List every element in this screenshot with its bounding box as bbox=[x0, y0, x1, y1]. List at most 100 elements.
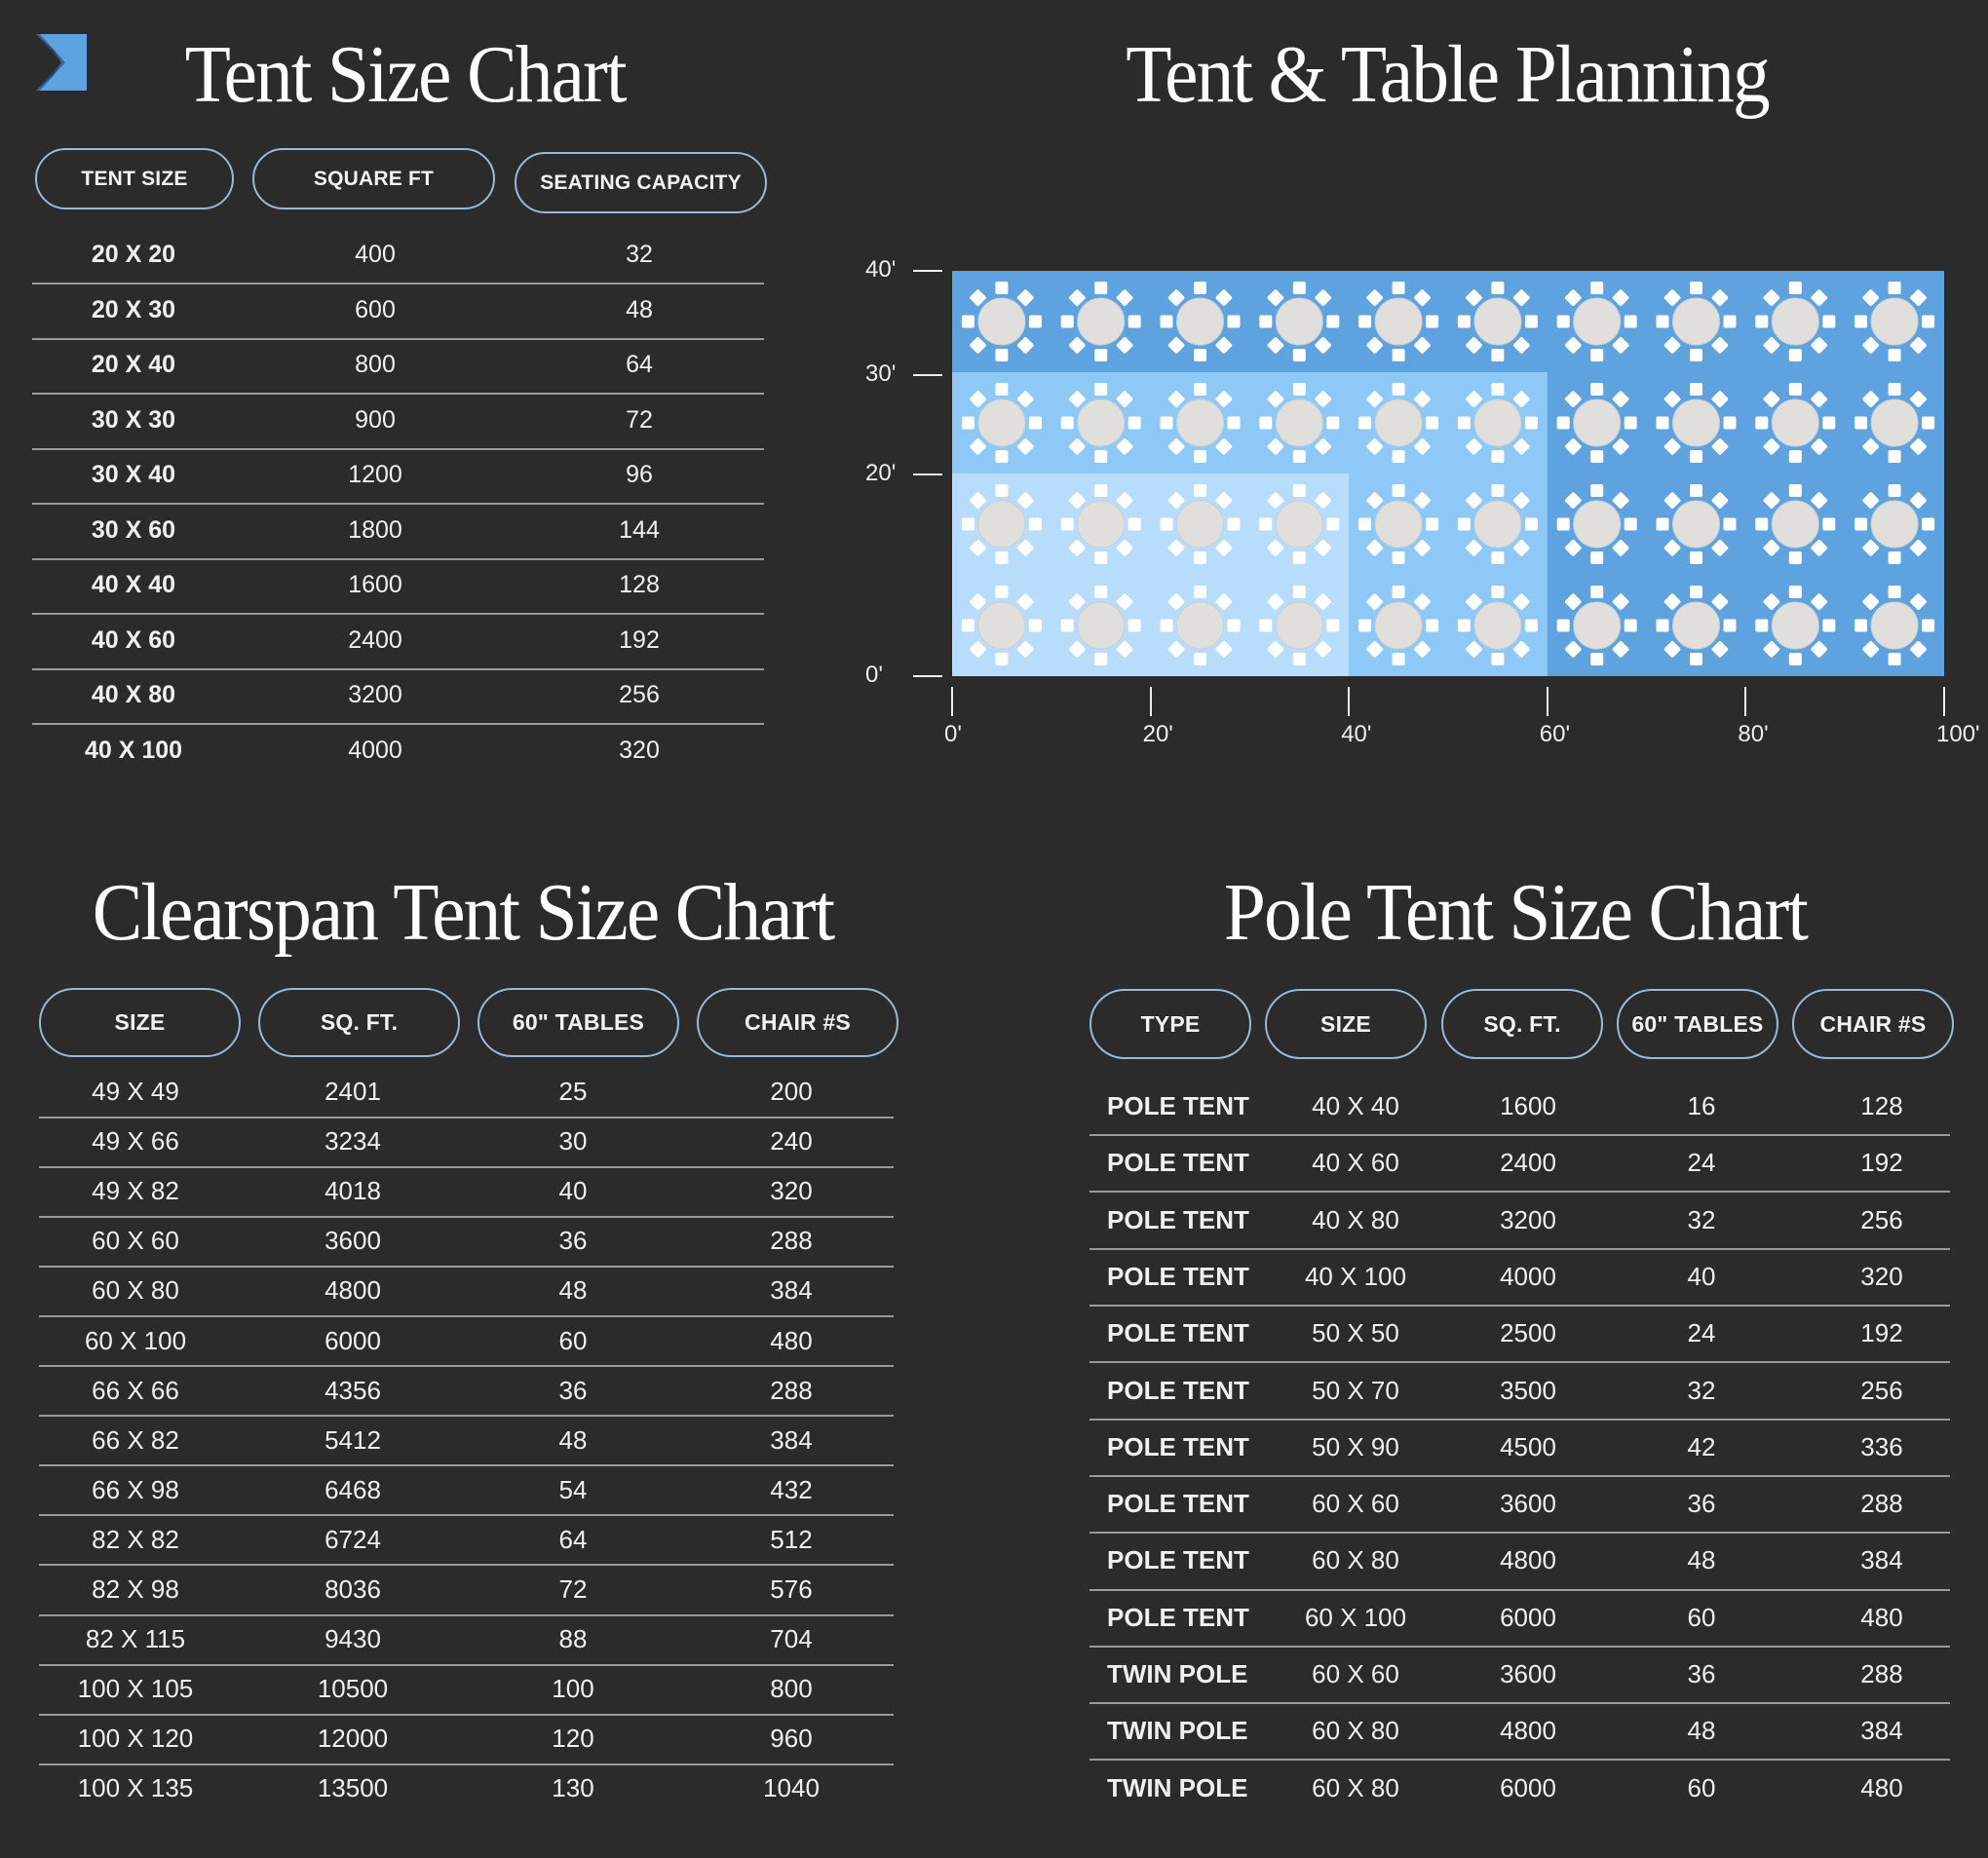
chair-icon bbox=[1656, 619, 1669, 632]
round-table-icon bbox=[1854, 383, 1935, 463]
chair-icon bbox=[1358, 315, 1372, 328]
cell-chairs: 336 bbox=[1860, 1431, 1903, 1461]
chair-icon bbox=[1028, 416, 1042, 430]
clearspan-title: Clearspan Tent Size Chart bbox=[92, 867, 835, 958]
cell-sq-ft: 13500 bbox=[317, 1773, 389, 1803]
chair-icon bbox=[1227, 416, 1241, 430]
chair-icon bbox=[1556, 517, 1570, 531]
x-axis-tick bbox=[951, 687, 953, 716]
table-top bbox=[1771, 297, 1819, 346]
y-axis-tick bbox=[913, 374, 942, 376]
cell-size: 82 X 98 bbox=[92, 1574, 179, 1604]
cell-type: POLE TENT bbox=[1107, 1261, 1249, 1291]
cell-tables: 36 bbox=[558, 1226, 588, 1256]
chair-icon bbox=[1358, 416, 1372, 430]
round-table-icon bbox=[1259, 282, 1340, 361]
table-top bbox=[1573, 398, 1622, 447]
table-top bbox=[1672, 398, 1720, 447]
chair-icon bbox=[1491, 551, 1505, 564]
cell-chairs: 432 bbox=[770, 1474, 813, 1504]
x-axis-label: 0' bbox=[944, 721, 962, 747]
cell-tables: 25 bbox=[558, 1077, 588, 1106]
table-top bbox=[977, 297, 1026, 346]
header-sq-ft: SQ. FT. bbox=[1441, 989, 1603, 1059]
header-sq-ft: SQ. FT. bbox=[258, 988, 460, 1057]
chair-icon bbox=[1358, 619, 1372, 632]
cell-tables: 36 bbox=[1687, 1659, 1716, 1688]
chair-icon bbox=[1822, 315, 1836, 328]
cell-sq-ft: 2400 bbox=[1500, 1148, 1556, 1178]
cell-chairs: 960 bbox=[770, 1724, 813, 1754]
cell-chairs: 384 bbox=[770, 1275, 813, 1306]
tent-layout-diagram bbox=[952, 271, 1944, 676]
table-top bbox=[1275, 500, 1323, 549]
x-axis-label: 100' bbox=[1936, 721, 1980, 747]
cell-tables: 48 bbox=[558, 1424, 588, 1455]
chair-icon bbox=[1292, 551, 1306, 564]
chair-icon bbox=[1690, 383, 1702, 396]
row-divider bbox=[39, 1116, 894, 1119]
cell-tables: 100 bbox=[552, 1674, 594, 1704]
chair-icon bbox=[1060, 315, 1074, 328]
row-divider bbox=[1090, 1134, 1950, 1137]
cell-chairs: 480 bbox=[1860, 1602, 1903, 1632]
chair-icon bbox=[1326, 517, 1340, 531]
round-table-icon bbox=[1358, 484, 1439, 564]
round-table-icon bbox=[1358, 586, 1439, 665]
cell-sq-ft: 3500 bbox=[1500, 1375, 1556, 1405]
header-tables: 60" TABLES bbox=[478, 988, 679, 1057]
cell-chairs: 256 bbox=[1860, 1204, 1903, 1234]
chair-icon bbox=[1690, 653, 1702, 665]
chair-icon bbox=[1690, 349, 1702, 361]
row-divider bbox=[1090, 1361, 1950, 1364]
chair-icon bbox=[1259, 517, 1273, 531]
chair-icon bbox=[1822, 517, 1836, 531]
chair-icon bbox=[1292, 383, 1306, 396]
chair-icon bbox=[1690, 551, 1702, 564]
header-size: SIZE bbox=[39, 988, 241, 1057]
chair-icon bbox=[1888, 349, 1901, 361]
round-table-icon bbox=[1358, 383, 1439, 463]
cell-chairs: 288 bbox=[770, 1375, 813, 1405]
cell-chairs: 384 bbox=[1860, 1716, 1903, 1746]
row-divider bbox=[1090, 1645, 1950, 1648]
chair-icon bbox=[1656, 315, 1669, 328]
y-axis-label: 30' bbox=[865, 360, 897, 387]
round-table-icon bbox=[1556, 282, 1637, 361]
cell-sq-ft: 8036 bbox=[325, 1574, 381, 1604]
chair-icon bbox=[1292, 653, 1306, 665]
chair-icon bbox=[1888, 383, 1901, 396]
chair-icon bbox=[1491, 349, 1505, 361]
round-table-icon bbox=[1259, 484, 1340, 564]
chair-icon bbox=[1326, 619, 1340, 632]
chair-icon bbox=[1788, 586, 1802, 598]
chair-icon bbox=[1292, 484, 1306, 497]
round-table-icon bbox=[1060, 383, 1141, 463]
cell-size: 60 X 60 bbox=[92, 1226, 179, 1256]
chair-icon bbox=[1060, 416, 1074, 430]
table-top bbox=[1077, 601, 1126, 650]
header-chairs: CHAIR #S bbox=[697, 988, 898, 1057]
table-top bbox=[1077, 297, 1126, 346]
chair-icon bbox=[1524, 619, 1538, 632]
chair-icon bbox=[995, 586, 1009, 598]
cell-size: 50 X 70 bbox=[1312, 1375, 1399, 1405]
cell-size: 60 X 100 bbox=[84, 1325, 187, 1355]
cell-chairs: 384 bbox=[1860, 1545, 1903, 1575]
table-top bbox=[1573, 601, 1622, 650]
chair-icon bbox=[1426, 619, 1439, 632]
chair-icon bbox=[1854, 416, 1868, 430]
y-axis-tick bbox=[913, 270, 942, 272]
chair-icon bbox=[1028, 315, 1042, 328]
row-divider bbox=[39, 1215, 894, 1218]
round-table-icon bbox=[1259, 383, 1340, 463]
chair-icon bbox=[1524, 517, 1538, 531]
cell-tables: 24 bbox=[1687, 1148, 1716, 1178]
row-divider bbox=[1090, 1702, 1950, 1705]
chair-icon bbox=[1590, 586, 1604, 598]
table-top bbox=[1176, 500, 1224, 549]
chair-icon bbox=[1491, 282, 1505, 294]
x-axis-label: 40' bbox=[1341, 721, 1372, 747]
cell-tables: 88 bbox=[558, 1624, 588, 1654]
chair-icon bbox=[1457, 416, 1471, 430]
